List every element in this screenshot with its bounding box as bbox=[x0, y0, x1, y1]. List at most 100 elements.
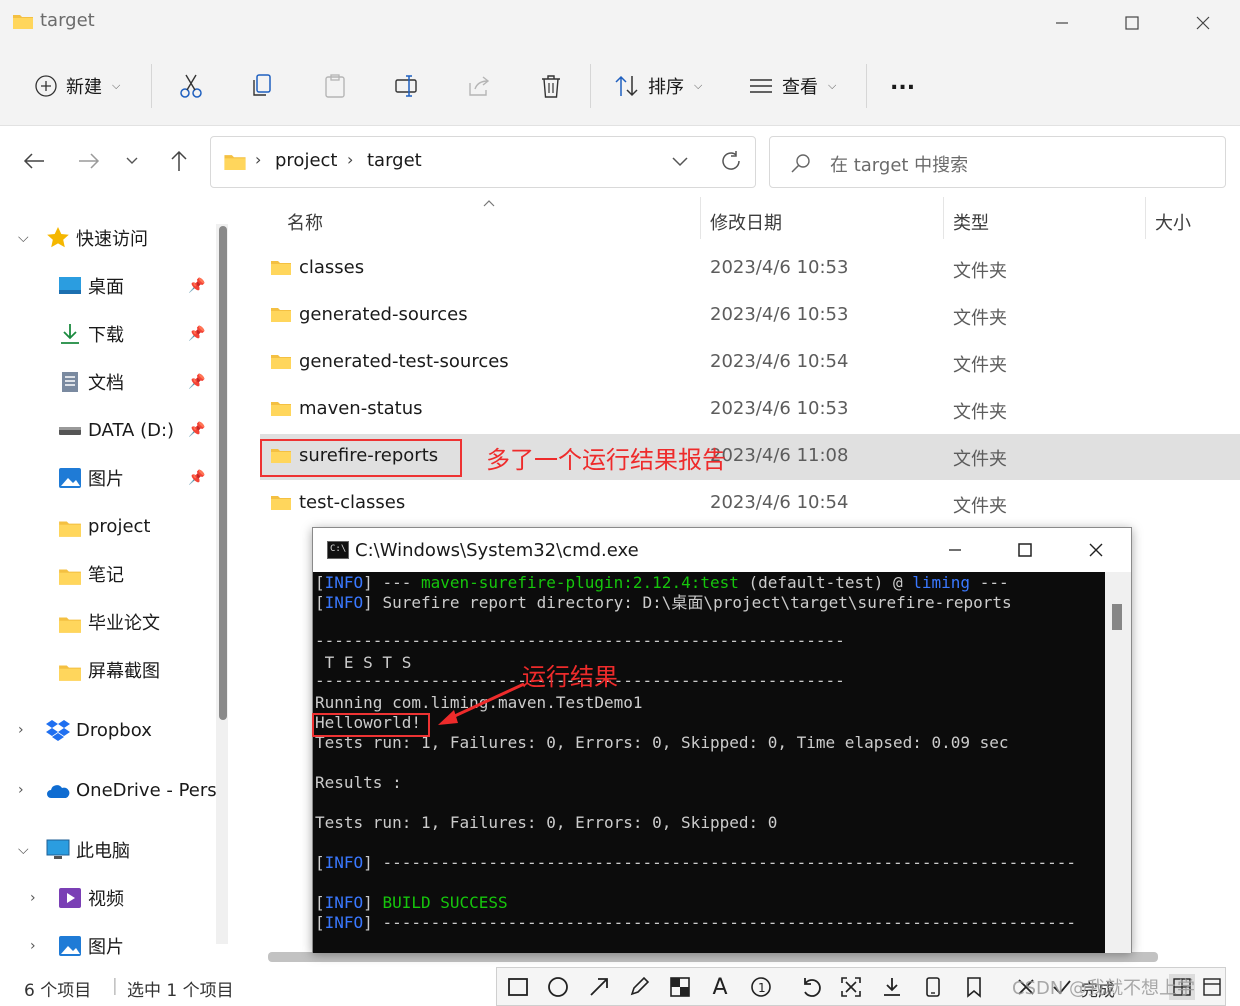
view-button[interactable]: 查看 ⌵ bbox=[748, 68, 836, 104]
maximize-button[interactable] bbox=[1112, 8, 1152, 38]
undo-button[interactable] bbox=[798, 974, 824, 1000]
nav-item-documents[interactable]: 文档 📌 bbox=[0, 362, 212, 402]
cmd-maximize-button[interactable] bbox=[1005, 535, 1045, 565]
cmd-scrollbar-thumb[interactable] bbox=[1112, 604, 1122, 630]
nav-item-downloads[interactable]: 下载 📌 bbox=[0, 314, 212, 354]
column-header-size[interactable]: 大小 bbox=[1155, 209, 1191, 235]
item-count: 6 个项目 bbox=[24, 981, 92, 1001]
rename-icon bbox=[395, 75, 417, 97]
file-row[interactable]: generated-sources 2023/4/6 10:53 文件夹 bbox=[260, 293, 1240, 339]
bookmark-button[interactable] bbox=[961, 974, 987, 1000]
forward-button[interactable] bbox=[75, 147, 103, 175]
nav-pictures[interactable]: › 图片 bbox=[0, 926, 212, 966]
breadcrumb-separator: › bbox=[347, 150, 354, 169]
nav-item-notes[interactable]: 笔记 bbox=[0, 554, 212, 594]
chevron-down-icon[interactable]: ⌵ bbox=[18, 230, 29, 246]
chevron-right-icon[interactable]: › bbox=[30, 890, 36, 906]
nav-label: 下载 bbox=[88, 325, 124, 346]
nav-this-pc[interactable]: ⌵ 此电脑 bbox=[0, 830, 212, 870]
nav-item-pictures[interactable]: 图片 📌 bbox=[0, 458, 212, 498]
rename-button[interactable] bbox=[393, 72, 421, 100]
pin-to-screen-button[interactable] bbox=[838, 974, 864, 1000]
search-box[interactable]: 在 target 中搜索 bbox=[769, 136, 1226, 188]
nav-label: 图片 bbox=[88, 937, 124, 958]
nav-onedrive[interactable]: › OneDrive - Pers bbox=[0, 770, 217, 810]
minimize-button[interactable] bbox=[1042, 8, 1082, 38]
chevron-down-icon[interactable]: ⌵ bbox=[18, 842, 29, 858]
column-header-date[interactable]: 修改日期 bbox=[710, 209, 782, 235]
share-button[interactable] bbox=[465, 72, 493, 100]
nav-dropbox[interactable]: › Dropbox bbox=[0, 710, 212, 750]
cmd-close-button[interactable] bbox=[1076, 535, 1116, 565]
desktop-icon bbox=[59, 277, 81, 294]
rectangle-tool-button[interactable] bbox=[505, 974, 531, 1000]
file-row[interactable]: generated-test-sources 2023/4/6 10:54 文件… bbox=[260, 340, 1240, 386]
folder-icon bbox=[13, 15, 33, 29]
paste-button[interactable] bbox=[321, 72, 349, 100]
nav-label: 毕业论文 bbox=[88, 613, 160, 634]
chevron-right-icon[interactable]: › bbox=[30, 938, 36, 954]
cmd-output[interactable]: [INFO] --- maven-surefire-plugin:2.12.4:… bbox=[313, 572, 1105, 953]
file-date: 2023/4/6 10:53 bbox=[710, 257, 849, 278]
address-bar[interactable]: › project › target bbox=[210, 136, 756, 188]
cmd-minimize-button[interactable] bbox=[935, 535, 975, 565]
recent-locations-button[interactable] bbox=[118, 147, 146, 175]
copy-button[interactable] bbox=[249, 72, 277, 100]
annotation-highlight-box bbox=[260, 439, 462, 477]
new-button[interactable]: 新建 ⌵ bbox=[34, 68, 120, 104]
close-button[interactable] bbox=[1183, 8, 1223, 38]
nav-item-desktop[interactable]: 桌面 📌 bbox=[0, 266, 212, 306]
file-date: 2023/4/6 10:53 bbox=[710, 398, 849, 419]
nav-item-screenshots[interactable]: 屏幕截图 bbox=[0, 650, 212, 690]
up-button[interactable] bbox=[165, 147, 193, 175]
mosaic-tool-button[interactable] bbox=[667, 974, 693, 1000]
close-icon bbox=[1196, 16, 1210, 30]
search-input[interactable]: 在 target 中搜索 bbox=[830, 151, 968, 177]
column-divider[interactable] bbox=[943, 197, 944, 239]
sort-button[interactable]: 排序 ⌵ bbox=[614, 68, 702, 104]
back-button[interactable] bbox=[20, 147, 48, 175]
file-row[interactable]: maven-status 2023/4/6 10:53 文件夹 bbox=[260, 387, 1240, 433]
column-header-type[interactable]: 类型 bbox=[953, 209, 989, 235]
refresh-icon[interactable] bbox=[719, 149, 743, 173]
horizontal-scrollbar[interactable] bbox=[268, 952, 1158, 962]
text-icon: A bbox=[712, 974, 728, 1000]
chevron-right-icon[interactable]: › bbox=[18, 782, 24, 798]
nav-videos[interactable]: › 视频 bbox=[0, 878, 212, 918]
file-row[interactable]: test-classes 2023/4/6 10:54 文件夹 bbox=[260, 481, 1240, 527]
computer-icon bbox=[46, 839, 70, 859]
more-button[interactable]: ... bbox=[890, 64, 915, 100]
nav-scrollbar-thumb[interactable] bbox=[219, 226, 227, 720]
pin-icon: 📌 bbox=[188, 326, 206, 342]
file-type: 文件夹 bbox=[953, 449, 1007, 470]
document-icon bbox=[62, 372, 78, 392]
arrow-tool-button[interactable] bbox=[586, 974, 612, 1000]
cmd-text: ----------------------------------------… bbox=[372, 913, 1077, 932]
cmd-title: C:\Windows\System32\cmd.exe bbox=[355, 540, 639, 561]
column-header-name[interactable]: 名称 bbox=[287, 209, 323, 235]
nav-item-data-drive[interactable]: DATA (D:) 📌 bbox=[0, 410, 212, 450]
folder-icon bbox=[271, 261, 291, 275]
chevron-down-icon[interactable] bbox=[671, 156, 689, 168]
pen-tool-button[interactable] bbox=[626, 974, 652, 1000]
nav-quick-access[interactable]: ⌵ 快速访问 bbox=[0, 218, 212, 258]
column-divider[interactable] bbox=[1145, 197, 1146, 239]
nav-item-project[interactable]: project bbox=[0, 506, 212, 546]
maximize-icon bbox=[1125, 16, 1139, 30]
save-button[interactable] bbox=[879, 974, 905, 1000]
file-row[interactable]: classes 2023/4/6 10:53 文件夹 bbox=[260, 246, 1240, 292]
snip-window-button[interactable] bbox=[1199, 974, 1225, 1000]
cut-button[interactable] bbox=[177, 72, 205, 100]
column-divider[interactable] bbox=[700, 197, 701, 239]
ellipse-tool-button[interactable] bbox=[545, 974, 571, 1000]
breadcrumb-project[interactable]: project bbox=[275, 150, 337, 171]
text-tool-button[interactable]: A bbox=[707, 974, 733, 1000]
nav-item-thesis[interactable]: 毕业论文 bbox=[0, 602, 212, 642]
minimize-icon bbox=[1056, 22, 1068, 24]
chevron-right-icon[interactable]: › bbox=[18, 722, 24, 738]
number-tool-button[interactable]: 1 bbox=[748, 974, 774, 1000]
breadcrumb-target[interactable]: target bbox=[367, 150, 422, 171]
maximize-icon bbox=[1018, 543, 1032, 557]
delete-button[interactable] bbox=[537, 72, 565, 100]
mobile-button[interactable] bbox=[920, 974, 946, 1000]
